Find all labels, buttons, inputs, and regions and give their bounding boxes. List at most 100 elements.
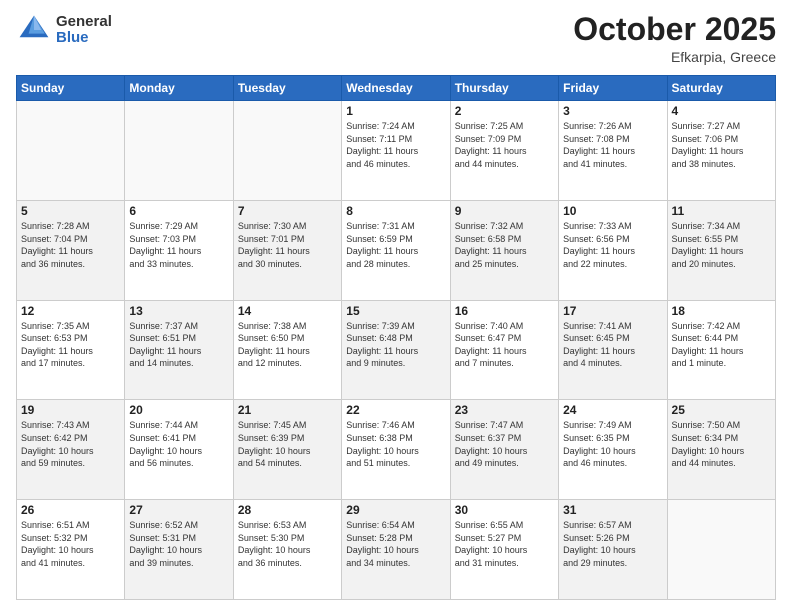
- day-info: Sunrise: 7:37 AM Sunset: 6:51 PM Dayligh…: [129, 320, 228, 370]
- day-number: 22: [346, 403, 445, 417]
- day-info: Sunrise: 6:57 AM Sunset: 5:26 PM Dayligh…: [563, 519, 662, 569]
- header-monday: Monday: [125, 76, 233, 101]
- table-row: 5 Sunrise: 7:28 AM Sunset: 7:04 PM Daylig…: [17, 200, 125, 300]
- day-info: Sunrise: 7:35 AM Sunset: 6:53 PM Dayligh…: [21, 320, 120, 370]
- day-number: 19: [21, 403, 120, 417]
- header-friday: Friday: [559, 76, 667, 101]
- header: General Blue October 2025 Efkarpia, Gree…: [16, 12, 776, 65]
- table-row: 1Sunrise: 7:24 AM Sunset: 7:11 PM Daylig…: [342, 101, 450, 201]
- table-row: 12 Sunrise: 7:35 AM Sunset: 6:53 PM Dayli…: [17, 300, 125, 400]
- header-saturday: Saturday: [667, 76, 775, 101]
- day-number: 10: [563, 204, 662, 218]
- day-info: Sunrise: 6:51 AM Sunset: 5:32 PM Dayligh…: [21, 519, 120, 569]
- day-info: Sunrise: 7:27 AM Sunset: 7:06 PM Dayligh…: [672, 120, 771, 170]
- table-row: 19 Sunrise: 7:43 AM Sunset: 6:42 PM Dayli…: [17, 400, 125, 500]
- day-number: 18: [672, 304, 771, 318]
- day-number: 28: [238, 503, 337, 517]
- day-number: 29: [346, 503, 445, 517]
- day-number: 13: [129, 304, 228, 318]
- day-info: Sunrise: 7:32 AM Sunset: 6:58 PM Dayligh…: [455, 220, 554, 270]
- day-number: 14: [238, 304, 337, 318]
- table-row: 10 Sunrise: 7:33 AM Sunset: 6:56 PM Dayli…: [559, 200, 667, 300]
- day-number: 25: [672, 403, 771, 417]
- table-row: 20 Sunrise: 7:44 AM Sunset: 6:41 PM Dayli…: [125, 400, 233, 500]
- calendar-week-row: 26Sunrise: 6:51 AM Sunset: 5:32 PM Dayli…: [17, 500, 776, 600]
- day-number: 11: [672, 204, 771, 218]
- day-info: Sunrise: 7:44 AM Sunset: 6:41 PM Dayligh…: [129, 419, 228, 469]
- table-row: 28 Sunrise: 6:53 AM Sunset: 5:30 PM Dayli…: [233, 500, 341, 600]
- header-sunday: Sunday: [17, 76, 125, 101]
- day-number: 7: [238, 204, 337, 218]
- calendar-week-row: 1Sunrise: 7:24 AM Sunset: 7:11 PM Daylig…: [17, 101, 776, 201]
- header-thursday: Thursday: [450, 76, 558, 101]
- table-row: 18 Sunrise: 7:42 AM Sunset: 6:44 PM Dayli…: [667, 300, 775, 400]
- day-info: Sunrise: 7:28 AM Sunset: 7:04 PM Dayligh…: [21, 220, 120, 270]
- day-number: 3: [563, 104, 662, 118]
- table-row: 4Sunrise: 7:27 AM Sunset: 7:06 PM Daylig…: [667, 101, 775, 201]
- day-info: Sunrise: 7:33 AM Sunset: 6:56 PM Dayligh…: [563, 220, 662, 270]
- day-number: 12: [21, 304, 120, 318]
- calendar-week-row: 12 Sunrise: 7:35 AM Sunset: 6:53 PM Dayli…: [17, 300, 776, 400]
- day-info: Sunrise: 7:24 AM Sunset: 7:11 PM Dayligh…: [346, 120, 445, 170]
- table-row: 24 Sunrise: 7:49 AM Sunset: 6:35 PM Dayli…: [559, 400, 667, 500]
- day-info: Sunrise: 6:53 AM Sunset: 5:30 PM Dayligh…: [238, 519, 337, 569]
- table-row: 8 Sunrise: 7:31 AM Sunset: 6:59 PM Daylig…: [342, 200, 450, 300]
- calendar-week-row: 5 Sunrise: 7:28 AM Sunset: 7:04 PM Daylig…: [17, 200, 776, 300]
- day-number: 21: [238, 403, 337, 417]
- table-row: 2Sunrise: 7:25 AM Sunset: 7:09 PM Daylig…: [450, 101, 558, 201]
- table-row: [125, 101, 233, 201]
- calendar-week-row: 19 Sunrise: 7:43 AM Sunset: 6:42 PM Dayli…: [17, 400, 776, 500]
- calendar-header-row: Sunday Monday Tuesday Wednesday Thursday…: [17, 76, 776, 101]
- table-row: 15Sunrise: 7:39 AM Sunset: 6:48 PM Dayli…: [342, 300, 450, 400]
- logo: General Blue: [16, 12, 112, 48]
- table-row: 6 Sunrise: 7:29 AM Sunset: 7:03 PM Daylig…: [125, 200, 233, 300]
- day-info: Sunrise: 6:54 AM Sunset: 5:28 PM Dayligh…: [346, 519, 445, 569]
- table-row: 22 Sunrise: 7:46 AM Sunset: 6:38 PM Dayli…: [342, 400, 450, 500]
- day-info: Sunrise: 7:38 AM Sunset: 6:50 PM Dayligh…: [238, 320, 337, 370]
- day-info: Sunrise: 7:40 AM Sunset: 6:47 PM Dayligh…: [455, 320, 554, 370]
- table-row: [667, 500, 775, 600]
- day-info: Sunrise: 7:34 AM Sunset: 6:55 PM Dayligh…: [672, 220, 771, 270]
- day-number: 6: [129, 204, 228, 218]
- day-number: 8: [346, 204, 445, 218]
- day-info: Sunrise: 6:52 AM Sunset: 5:31 PM Dayligh…: [129, 519, 228, 569]
- day-number: 15: [346, 304, 445, 318]
- title-month: October 2025: [573, 12, 776, 47]
- table-row: 16Sunrise: 7:40 AM Sunset: 6:47 PM Dayli…: [450, 300, 558, 400]
- day-number: 9: [455, 204, 554, 218]
- day-info: Sunrise: 7:25 AM Sunset: 7:09 PM Dayligh…: [455, 120, 554, 170]
- day-number: 20: [129, 403, 228, 417]
- day-info: Sunrise: 7:50 AM Sunset: 6:34 PM Dayligh…: [672, 419, 771, 469]
- logo-text: General Blue: [56, 14, 112, 47]
- table-row: [17, 101, 125, 201]
- table-row: 13 Sunrise: 7:37 AM Sunset: 6:51 PM Dayli…: [125, 300, 233, 400]
- day-info: Sunrise: 7:29 AM Sunset: 7:03 PM Dayligh…: [129, 220, 228, 270]
- table-row: 9 Sunrise: 7:32 AM Sunset: 6:58 PM Daylig…: [450, 200, 558, 300]
- table-row: 14 Sunrise: 7:38 AM Sunset: 6:50 PM Dayli…: [233, 300, 341, 400]
- table-row: 29 Sunrise: 6:54 AM Sunset: 5:28 PM Dayli…: [342, 500, 450, 600]
- day-number: 30: [455, 503, 554, 517]
- logo-icon: [16, 12, 52, 48]
- day-number: 31: [563, 503, 662, 517]
- day-info: Sunrise: 7:49 AM Sunset: 6:35 PM Dayligh…: [563, 419, 662, 469]
- day-number: 27: [129, 503, 228, 517]
- day-info: Sunrise: 7:41 AM Sunset: 6:45 PM Dayligh…: [563, 320, 662, 370]
- page: General Blue October 2025 Efkarpia, Gree…: [0, 0, 792, 612]
- table-row: 17 Sunrise: 7:41 AM Sunset: 6:45 PM Dayli…: [559, 300, 667, 400]
- day-number: 5: [21, 204, 120, 218]
- day-number: 24: [563, 403, 662, 417]
- logo-general-text: General: [56, 14, 112, 31]
- table-row: 11 Sunrise: 7:34 AM Sunset: 6:55 PM Dayli…: [667, 200, 775, 300]
- table-row: 26Sunrise: 6:51 AM Sunset: 5:32 PM Dayli…: [17, 500, 125, 600]
- day-info: Sunrise: 7:43 AM Sunset: 6:42 PM Dayligh…: [21, 419, 120, 469]
- header-wednesday: Wednesday: [342, 76, 450, 101]
- day-info: Sunrise: 7:30 AM Sunset: 7:01 PM Dayligh…: [238, 220, 337, 270]
- day-info: Sunrise: 7:31 AM Sunset: 6:59 PM Dayligh…: [346, 220, 445, 270]
- table-row: 7 Sunrise: 7:30 AM Sunset: 7:01 PM Daylig…: [233, 200, 341, 300]
- header-tuesday: Tuesday: [233, 76, 341, 101]
- table-row: 25 Sunrise: 7:50 AM Sunset: 6:34 PM Dayli…: [667, 400, 775, 500]
- day-info: Sunrise: 7:46 AM Sunset: 6:38 PM Dayligh…: [346, 419, 445, 469]
- title-location: Efkarpia, Greece: [573, 49, 776, 65]
- day-info: Sunrise: 7:42 AM Sunset: 6:44 PM Dayligh…: [672, 320, 771, 370]
- day-number: 17: [563, 304, 662, 318]
